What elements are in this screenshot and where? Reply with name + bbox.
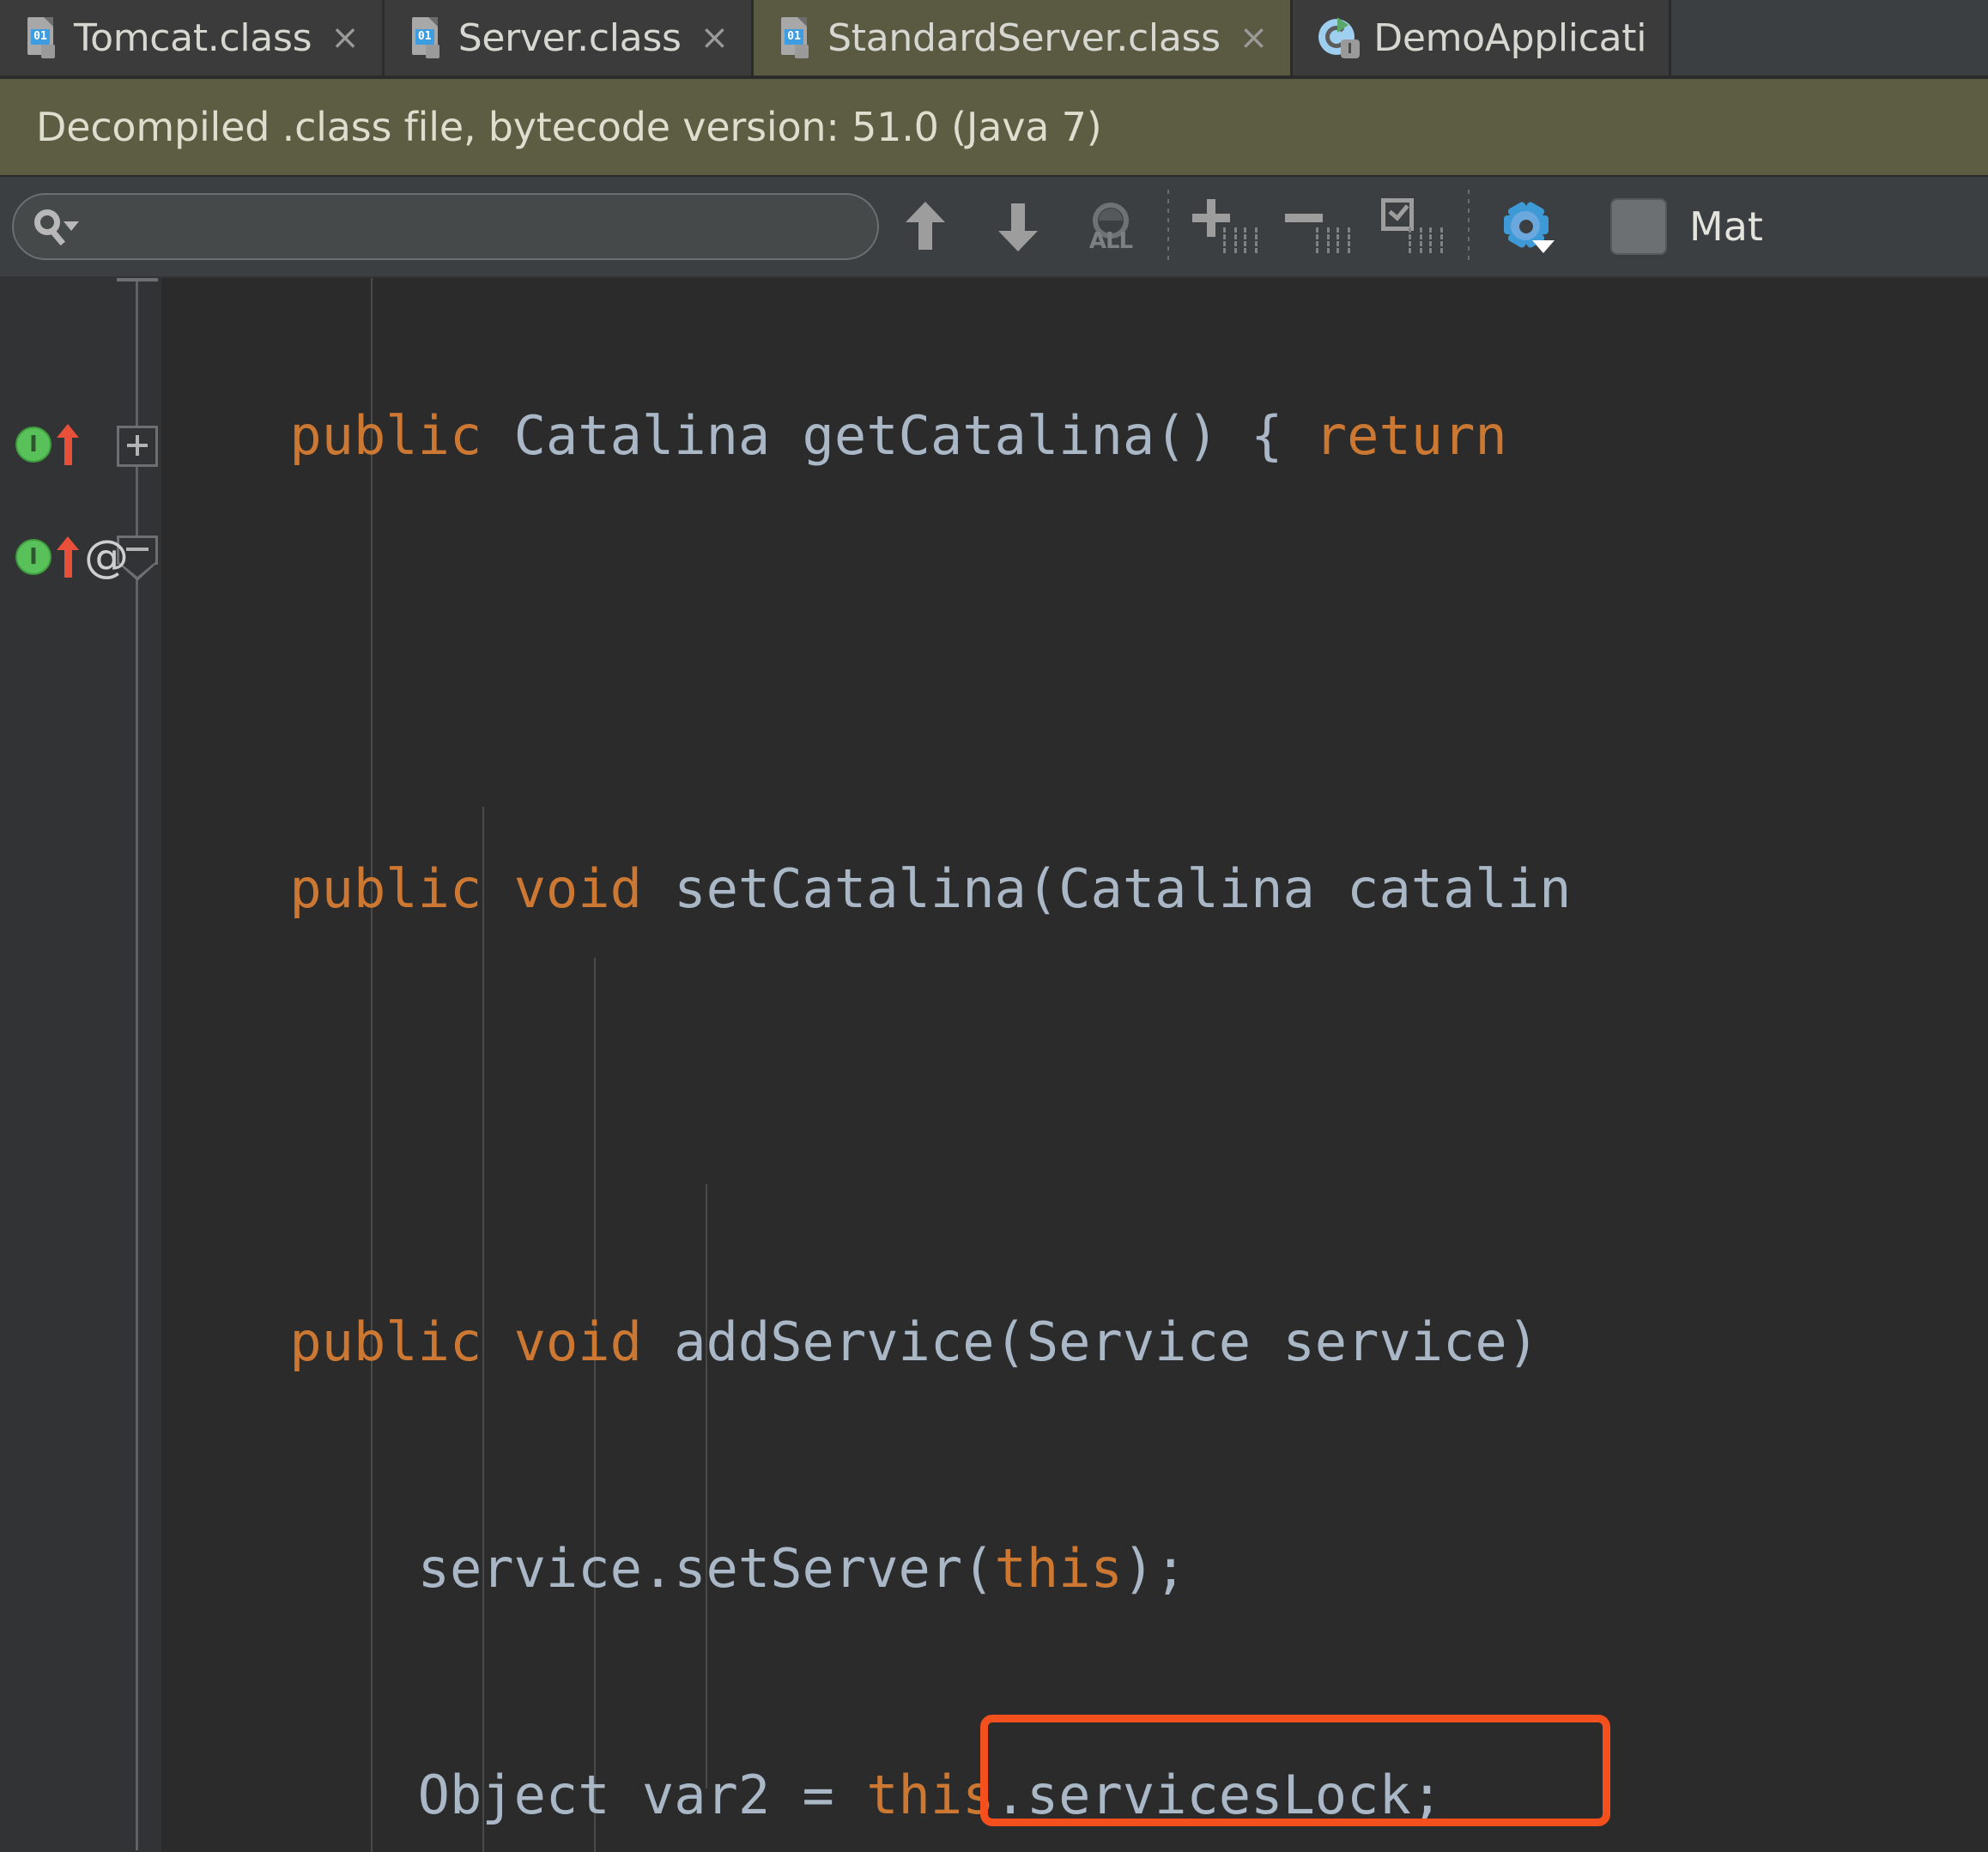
gear-icon xyxy=(1500,200,1555,253)
fold-region-cap xyxy=(117,278,158,287)
find-settings-button[interactable] xyxy=(1480,185,1573,268)
gutter-marker-implements-override[interactable] xyxy=(15,424,79,465)
close-icon[interactable]: × xyxy=(1234,21,1269,55)
run-configuration-icon xyxy=(1318,17,1361,58)
match-case-label: Mat xyxy=(1689,203,1763,250)
tab-label: Tomcat.class xyxy=(74,15,312,60)
class-file-icon: 01 xyxy=(26,17,60,58)
select-all-icon: ALL xyxy=(1084,201,1137,254)
add-occurrence-button[interactable] xyxy=(1179,185,1272,268)
tab-label: DemoApplicati xyxy=(1373,15,1647,60)
toolbar-separator xyxy=(1167,190,1169,263)
find-toolbar: ALL Mat xyxy=(0,177,1988,278)
code-line[interactable]: public Catalina getCatalina() { return xyxy=(0,398,1988,474)
select-all-carets-icon xyxy=(1378,198,1445,253)
remove-occurrence-button[interactable] xyxy=(1272,185,1365,268)
code-line-text: public Catalina getCatalina() { return xyxy=(289,404,1507,467)
remove-selection-icon xyxy=(1285,200,1352,253)
implementing-method-icon[interactable] xyxy=(15,427,52,463)
code-line[interactable] xyxy=(0,1078,1988,1153)
class-file-icon: 01 xyxy=(410,17,445,58)
select-all-icon-label: ALL xyxy=(1088,228,1133,254)
code-line[interactable]: service.setServer(this); xyxy=(0,1531,1988,1607)
tab-standardserver-class[interactable]: 01 StandardServer.class × xyxy=(754,0,1294,76)
code-line[interactable]: public void setCatalina(Catalina catalin xyxy=(0,851,1988,927)
search-icon[interactable] xyxy=(33,204,81,249)
tab-tomcat-class[interactable]: 01 Tomcat.class × xyxy=(0,0,385,76)
tab-label: Server.class xyxy=(458,15,682,60)
search-field-wrapper[interactable] xyxy=(12,193,879,260)
match-case-checkbox[interactable] xyxy=(1610,198,1667,255)
tab-label: StandardServer.class xyxy=(827,15,1221,60)
search-input[interactable] xyxy=(81,207,877,246)
editor-tab-bar: 01 Tomcat.class × 01 Server.class × 01 S… xyxy=(0,0,1988,79)
select-all-occurrences-button[interactable]: ALL xyxy=(1064,185,1157,268)
find-next-button[interactable] xyxy=(972,185,1064,268)
tab-server-class[interactable]: 01 Server.class × xyxy=(384,0,755,76)
class-file-icon: 01 xyxy=(779,17,814,58)
close-icon[interactable]: × xyxy=(695,21,730,55)
overriding-method-icon[interactable] xyxy=(57,424,79,465)
overriding-method-icon[interactable] xyxy=(57,536,79,578)
add-selection-icon xyxy=(1192,199,1259,253)
gutter-marker-implements-override-annotation[interactable]: @ xyxy=(15,535,129,579)
code-editor[interactable]: @ public Catalina getCatalina() { return… xyxy=(0,278,1988,1852)
override-annotation-icon[interactable]: @ xyxy=(84,535,129,579)
banner-message: Decompiled .class file, bytecode version… xyxy=(36,104,1102,150)
fold-region-line xyxy=(136,580,138,1850)
close-icon[interactable]: × xyxy=(325,21,360,55)
toolbar-separator xyxy=(1468,190,1470,263)
code-line[interactable] xyxy=(0,625,1988,700)
code-text-area[interactable]: public Catalina getCatalina() { return p… xyxy=(0,278,1988,1852)
fold-expand-button[interactable] xyxy=(117,426,158,467)
decompiled-notification-banner: Decompiled .class file, bytecode version… xyxy=(0,79,1988,177)
arrow-up-icon xyxy=(906,202,945,251)
code-line[interactable]: public void addService(Service service) xyxy=(0,1304,1988,1380)
arrow-down-icon xyxy=(998,202,1038,251)
implementing-method-icon[interactable] xyxy=(15,539,52,575)
find-previous-button[interactable] xyxy=(879,185,972,268)
code-line[interactable]: Object var2 = this.servicesLock; xyxy=(0,1758,1988,1833)
tab-demoapplication[interactable]: DemoApplicati xyxy=(1293,0,1672,76)
select-all-carets-button[interactable] xyxy=(1365,185,1458,268)
match-case-option[interactable]: Mat xyxy=(1610,198,1763,255)
